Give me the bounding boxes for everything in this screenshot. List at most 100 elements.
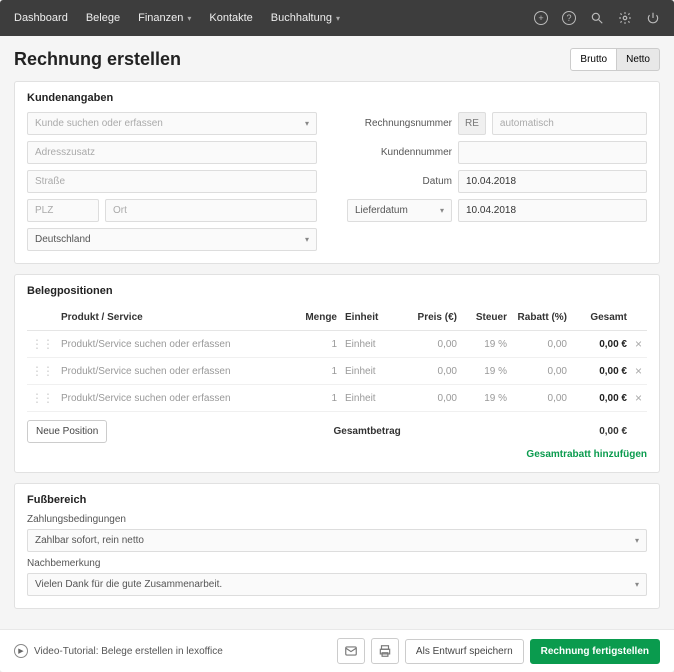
invoice-number-input[interactable] xyxy=(492,112,647,135)
main-nav: Dashboard Belege Finanzen▾ Kontakte Buch… xyxy=(14,12,340,24)
discount-cell[interactable]: 0,00 xyxy=(511,385,571,412)
add-icon[interactable]: + xyxy=(534,11,548,25)
tax-cell[interactable]: 19 % xyxy=(461,331,511,358)
qty-cell[interactable]: 1 xyxy=(295,385,341,412)
drag-handle-icon[interactable]: ⋮⋮ xyxy=(31,364,53,378)
product-cell[interactable]: Produkt/Service suchen oder erfassen xyxy=(57,385,295,412)
col-unit: Einheit xyxy=(341,305,401,331)
footer-bar: ▶ Video-Tutorial: Belege erstellen in le… xyxy=(0,629,674,672)
unit-cell[interactable]: Einheit xyxy=(341,358,401,385)
power-icon[interactable] xyxy=(646,11,660,25)
price-cell[interactable]: 0,00 xyxy=(401,358,461,385)
payment-terms-select[interactable]: Zahlbar sofort, rein netto ▾ xyxy=(27,529,647,552)
address-extra-input[interactable] xyxy=(27,141,317,164)
unit-cell[interactable]: Einheit xyxy=(341,331,401,358)
gross-net-toggle: Brutto Netto xyxy=(570,48,660,71)
zip-input[interactable] xyxy=(27,199,99,222)
topbar: Dashboard Belege Finanzen▾ Kontakte Buch… xyxy=(0,0,674,36)
chevron-down-icon: ▾ xyxy=(305,119,309,128)
brutto-button[interactable]: Brutto xyxy=(570,48,617,71)
nav-icons: + ? xyxy=(534,11,660,25)
customer-search-input[interactable] xyxy=(35,118,305,129)
remove-row-icon[interactable]: × xyxy=(635,364,642,378)
items-table: Produkt / Service Menge Einheit Preis (€… xyxy=(27,305,647,412)
total-cell: 0,00 € xyxy=(571,385,631,412)
nav-finanzen[interactable]: Finanzen▾ xyxy=(138,12,191,24)
chevron-down-icon: ▾ xyxy=(635,536,639,545)
settings-icon[interactable] xyxy=(618,11,632,25)
print-button[interactable] xyxy=(371,638,399,664)
chevron-down-icon: ▾ xyxy=(440,206,444,215)
col-qty: Menge xyxy=(295,305,341,331)
tax-cell[interactable]: 19 % xyxy=(461,385,511,412)
chevron-down-icon: ▾ xyxy=(635,580,639,589)
items-panel: Belegpositionen Produkt / Service Menge … xyxy=(14,274,660,473)
city-input[interactable] xyxy=(105,199,317,222)
drag-handle-icon[interactable]: ⋮⋮ xyxy=(31,337,53,351)
drag-handle-icon[interactable]: ⋮⋮ xyxy=(31,391,53,405)
col-price: Preis (€) xyxy=(401,305,461,331)
chevron-down-icon: ▾ xyxy=(305,235,309,244)
netto-button[interactable]: Netto xyxy=(617,48,660,71)
page-title: Rechnung erstellen xyxy=(14,49,181,70)
total-cell: 0,00 € xyxy=(571,358,631,385)
qty-cell[interactable]: 1 xyxy=(295,358,341,385)
product-cell[interactable]: Produkt/Service suchen oder erfassen xyxy=(57,331,295,358)
chevron-down-icon: ▾ xyxy=(336,14,340,23)
grand-total-label: Gesamtbetrag xyxy=(326,421,409,442)
total-cell: 0,00 € xyxy=(571,331,631,358)
help-icon[interactable]: ? xyxy=(562,11,576,25)
content: Rechnung erstellen Brutto Netto Kundenan… xyxy=(0,36,674,629)
table-row: ⋮⋮ Produkt/Service suchen oder erfassen1E… xyxy=(27,385,647,412)
page-header: Rechnung erstellen Brutto Netto xyxy=(14,48,660,71)
finalize-button[interactable]: Rechnung fertigstellen xyxy=(530,639,660,664)
product-cell[interactable]: Produkt/Service suchen oder erfassen xyxy=(57,358,295,385)
date-input[interactable] xyxy=(458,170,647,193)
col-discount: Rabatt (%) xyxy=(511,305,571,331)
customer-panel: Kundenangaben ▾ Deutschland ▾ xyxy=(14,81,660,264)
nav-dashboard[interactable]: Dashboard xyxy=(14,12,68,24)
street-input[interactable] xyxy=(27,170,317,193)
new-position-button[interactable]: Neue Position xyxy=(27,420,107,443)
invoice-number-label: Rechnungsnummer xyxy=(347,118,452,129)
app-window: Dashboard Belege Finanzen▾ Kontakte Buch… xyxy=(0,0,674,672)
nav-belege[interactable]: Belege xyxy=(86,12,120,24)
payment-terms-label: Zahlungsbedingungen xyxy=(27,514,647,525)
search-icon[interactable] xyxy=(590,11,604,25)
price-cell[interactable]: 0,00 xyxy=(401,385,461,412)
remark-select[interactable]: Vielen Dank für die gute Zusammenarbeit.… xyxy=(27,573,647,596)
play-icon: ▶ xyxy=(14,644,28,658)
table-row: ⋮⋮ Produkt/Service suchen oder erfassen1E… xyxy=(27,358,647,385)
remark-label: Nachbemerkung xyxy=(27,558,647,569)
table-row: ⋮⋮ Produkt/Service suchen oder erfassen1E… xyxy=(27,331,647,358)
footer-panel: Fußbereich Zahlungsbedingungen Zahlbar s… xyxy=(14,483,660,609)
chevron-down-icon: ▾ xyxy=(187,14,191,23)
nav-buchhaltung[interactable]: Buchhaltung▾ xyxy=(271,12,340,24)
grand-total-value: 0,00 € xyxy=(409,426,647,437)
price-cell[interactable]: 0,00 xyxy=(401,331,461,358)
country-select[interactable]: Deutschland ▾ xyxy=(27,228,317,251)
customer-number-label: Kundennummer xyxy=(347,147,452,158)
customer-title: Kundenangaben xyxy=(27,92,647,104)
customer-search[interactable]: ▾ xyxy=(27,112,317,135)
tax-cell[interactable]: 19 % xyxy=(461,358,511,385)
delivery-date-type[interactable]: Lieferdatum ▾ xyxy=(347,199,452,222)
col-total: Gesamt xyxy=(571,305,631,331)
invoice-prefix: RE xyxy=(458,112,486,135)
video-tutorial-link[interactable]: ▶ Video-Tutorial: Belege erstellen in le… xyxy=(14,644,223,658)
delivery-date-input[interactable] xyxy=(458,199,647,222)
remove-row-icon[interactable]: × xyxy=(635,337,642,351)
nav-kontakte[interactable]: Kontakte xyxy=(209,12,252,24)
email-button[interactable] xyxy=(337,638,365,664)
date-label: Datum xyxy=(347,176,452,187)
qty-cell[interactable]: 1 xyxy=(295,331,341,358)
add-total-discount[interactable]: Gesamtrabatt hinzufügen xyxy=(27,449,647,460)
col-product: Produkt / Service xyxy=(57,305,295,331)
remove-row-icon[interactable]: × xyxy=(635,391,642,405)
customer-number-input[interactable] xyxy=(458,141,647,164)
items-title: Belegpositionen xyxy=(27,285,647,297)
discount-cell[interactable]: 0,00 xyxy=(511,358,571,385)
unit-cell[interactable]: Einheit xyxy=(341,385,401,412)
discount-cell[interactable]: 0,00 xyxy=(511,331,571,358)
save-draft-button[interactable]: Als Entwurf speichern xyxy=(405,639,524,664)
